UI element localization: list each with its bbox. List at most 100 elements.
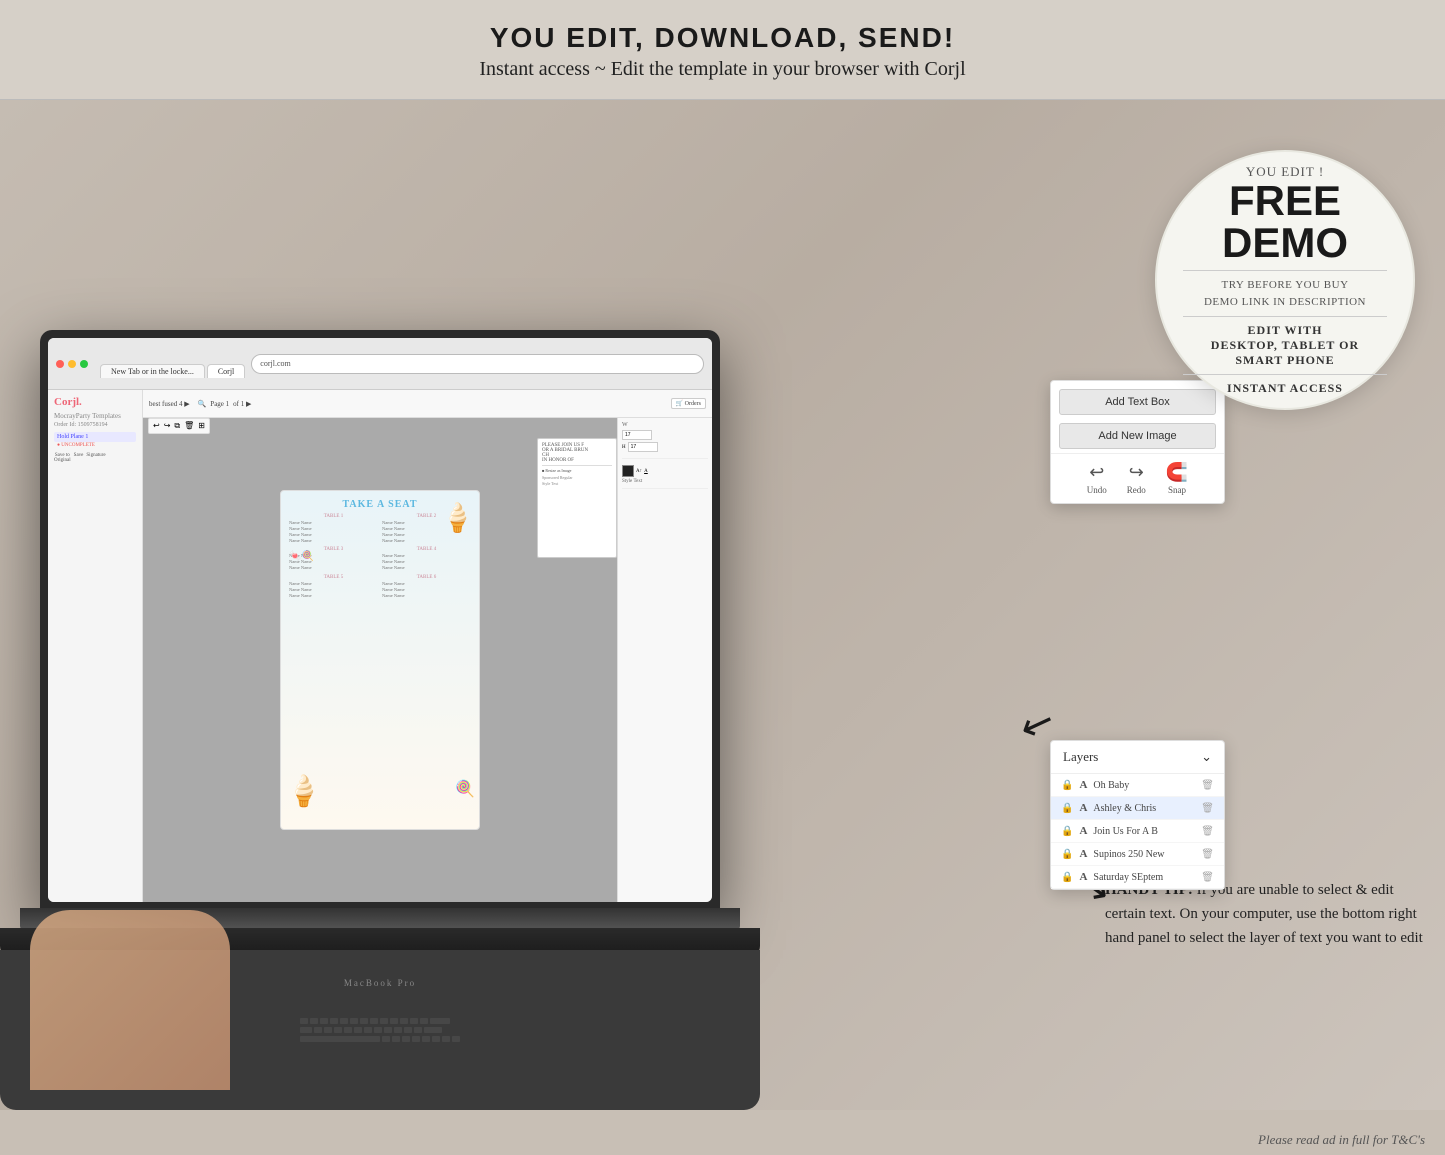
layer-name-4: Supinos 250 New <box>1093 849 1195 860</box>
table-1-label: TABLE 1 <box>289 514 378 519</box>
order-id: Order Id: 1509758194 <box>54 422 136 428</box>
layer-delete-2[interactable]: 🗑 <box>1201 803 1214 814</box>
layer-type-3: A <box>1079 825 1087 837</box>
table-4-names: Name NameName NameName Name <box>382 553 471 571</box>
sub-title: Instant access ~ Edit the template in yo… <box>0 58 1445 81</box>
layer-item-saturday[interactable]: 🔒 A Saturday SEptem 🗑 <box>1051 866 1224 889</box>
hand-image <box>30 910 230 1090</box>
corjl-logo: Corjl. <box>54 396 136 408</box>
layer-type-5: A <box>1079 871 1087 883</box>
style-text-label: Style Text <box>622 479 708 484</box>
layer-type-4: A <box>1079 848 1087 860</box>
corjl-main: best fused 4 ▶ 🔍 Page 1 of 1 ▶ 🛒 Orders <box>143 390 712 902</box>
layer-delete-3[interactable]: 🗑 <box>1201 826 1214 837</box>
demo-smartphone: SMART PHONE <box>1235 353 1334 368</box>
cone-decoration: 🍦 <box>285 774 322 809</box>
save-to-original[interactable]: Save toOriginal <box>54 453 71 463</box>
seating-chart: 🍦 🍬🍭 TAKE A SEAT TABLE 1 Name NameName N… <box>280 490 480 830</box>
redo-tool[interactable]: ↪ Redo <box>1127 462 1146 495</box>
address-text: corjl.com <box>260 359 290 368</box>
layer-delete-4[interactable]: 🗑 <box>1201 849 1214 860</box>
toolbar-best-fused: best fused 4 ▶ <box>149 400 190 408</box>
table-1-group: TABLE 1 Name NameName NameName NameName … <box>289 514 378 543</box>
free-demo-circle: YOU EDIT ! FREE DEMO TRY BEFORE YOU BUY … <box>1155 150 1415 410</box>
layer-delete-1[interactable]: 🗑 <box>1201 780 1214 791</box>
layer-item-joinus[interactable]: 🔒 A Join Us For A B 🗑 <box>1051 820 1224 843</box>
browser-tab-1[interactable]: New Tab or in the locke... <box>100 364 205 378</box>
color-swatch[interactable] <box>622 465 634 477</box>
table-4-group: TABLE 4 Name NameName NameName Name <box>382 547 471 571</box>
browser-tab-2[interactable]: Corjl <box>207 364 245 378</box>
top-banner: YOU EDIT, DOWNLOAD, SEND! Instant access… <box>0 0 1445 100</box>
layer-item-ohhbaby[interactable]: 🔒 A Oh Baby 🗑 <box>1051 774 1224 797</box>
redo-icon[interactable]: ↪ <box>164 421 171 431</box>
delete-icon[interactable]: 🗑 <box>184 421 194 431</box>
macbook-label: MacBook Pro <box>344 978 416 988</box>
height-input[interactable] <box>628 442 658 452</box>
maximize-dot[interactable] <box>80 360 88 368</box>
corjl-app: Corjl. MocrayParty Templates Order Id: 1… <box>48 390 712 902</box>
redo-icon: ↪ <box>1129 462 1144 483</box>
add-text-box-button[interactable]: Add Text Box <box>1059 389 1216 415</box>
sidebar-actions: Save toOriginal Save Signature <box>54 453 136 463</box>
width-input[interactable] <box>622 430 652 440</box>
table-5-label: TABLE 5 <box>289 575 378 580</box>
minimize-dot[interactable] <box>68 360 76 368</box>
address-bar[interactable]: corjl.com <box>251 354 704 374</box>
height-label: H <box>622 445 626 450</box>
sidebar-item-1[interactable]: Hold Plane 1 <box>54 432 136 442</box>
save-action[interactable]: Save <box>74 453 84 463</box>
demo-divider-3 <box>1183 374 1388 375</box>
demo-edit-with: EDIT WITH <box>1248 323 1323 338</box>
lock-icon-1: 🔒 <box>1061 780 1073 791</box>
corjl-toolbar: best fused 4 ▶ 🔍 Page 1 of 1 ▶ 🛒 Orders <box>143 390 712 418</box>
candy-decoration: 🍬🍭 <box>289 551 314 562</box>
undo-icon[interactable]: ↩ <box>153 421 160 431</box>
toolbar-zoom: 🔍 Page 1 of 1 ▶ <box>198 400 252 408</box>
bottom-bar: Please read ad in full for T&C's <box>0 1125 1445 1155</box>
redo-label: Redo <box>1127 485 1146 495</box>
layers-title: Layers <box>1063 749 1098 765</box>
copy-icon[interactable]: ⧉ <box>174 421 180 431</box>
undo-tool[interactable]: ↩ Undo <box>1087 462 1107 495</box>
laptop-screen: New Tab or in the locke... Corjl corjl.c… <box>48 338 712 902</box>
demo-link: DEMO LINK IN DESCRIPTION <box>1204 294 1366 311</box>
lollipop-decoration: 🍭 <box>455 779 475 799</box>
page-fraction: of 1 ▶ <box>233 400 251 408</box>
layer-item-ashleychris[interactable]: 🔒 A Ashley & Chris 🗑 <box>1051 797 1224 820</box>
lock-icon-5: 🔒 <box>1061 872 1073 883</box>
height-control: H <box>622 442 708 452</box>
toolbar-right: 🛒 Orders <box>671 398 706 409</box>
layers-list: 🔒 A Oh Baby 🗑 🔒 A Ashley & Chris 🗑 🔒 A J… <box>1051 774 1224 889</box>
width-control <box>622 430 708 440</box>
zoom-icon: 🔍 <box>198 400 207 408</box>
add-new-image-button[interactable]: Add New Image <box>1059 423 1216 449</box>
table-4-label: TABLE 4 <box>382 547 471 552</box>
layer-delete-5[interactable]: 🗑 <box>1201 872 1214 883</box>
demo-divider-2 <box>1183 316 1388 317</box>
toolbar-page-controls: best fused 4 ▶ <box>149 400 190 408</box>
icecream-decoration: 🍦 <box>440 501 475 535</box>
laptop-container: New Tab or in the locke... Corjl corjl.c… <box>0 250 760 1110</box>
snap-label: Snap <box>1168 485 1186 495</box>
laptop-body: New Tab or in the locke... Corjl corjl.c… <box>40 330 720 910</box>
layer-name-5: Saturday SEptem <box>1093 872 1195 883</box>
signature-action[interactable]: Signature <box>86 453 105 463</box>
main-title: YOU EDIT, DOWNLOAD, SEND! <box>0 22 1445 54</box>
snap-tool[interactable]: 🧲 Snap <box>1166 462 1188 495</box>
layer-name-1: Oh Baby <box>1093 780 1195 791</box>
corjl-sidebar: Corjl. MocrayParty Templates Order Id: 1… <box>48 390 143 902</box>
layer-item-supinos[interactable]: 🔒 A Supinos 250 New 🗑 <box>1051 843 1224 866</box>
orders-btn[interactable]: 🛒 Orders <box>671 398 706 409</box>
table-6-label: TABLE 6 <box>382 575 471 580</box>
canvas-content: 🍦 🍬🍭 TAKE A SEAT TABLE 1 Name NameName N… <box>143 418 617 902</box>
close-dot[interactable] <box>56 360 64 368</box>
popup-tools: ↩ Undo ↪ Redo 🧲 Snap <box>1051 453 1224 503</box>
table-5-group: TABLE 5 Name NameName NameName Name <box>289 575 378 599</box>
lock-icon-4: 🔒 <box>1061 849 1073 860</box>
right-properties-panel: W H <box>617 418 712 902</box>
lock-icon-2: 🔒 <box>1061 803 1073 814</box>
demo-demo-text: DEMO <box>1222 222 1348 264</box>
layer-type-1: A <box>1079 779 1087 791</box>
undo-label: Undo <box>1087 485 1107 495</box>
